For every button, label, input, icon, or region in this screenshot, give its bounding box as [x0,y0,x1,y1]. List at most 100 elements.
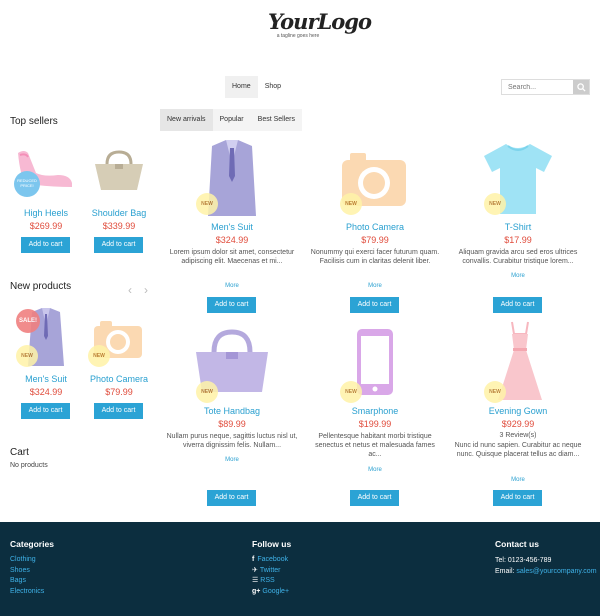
twitter-label: Twitter [259,566,281,574]
evening-gown-name[interactable]: Evening Gown [452,406,584,416]
high-heels-name[interactable]: High Heels [14,208,78,218]
new-badge: NEW [88,345,110,367]
photo-camera-name[interactable]: Photo Camera [309,222,441,232]
contact-email-label: Email: [495,568,515,575]
search-box [501,79,590,95]
facebook-link[interactable]: f Facebook [252,555,291,566]
photo-camera-add-to-cart-button[interactable]: Add to cart [350,297,399,313]
smartphone-description: Pellentesque habitant morbi tristique se… [315,433,435,458]
t-shirt-add-to-cart-button[interactable]: Add to cart [493,297,542,313]
categories-title: Categories [10,539,54,549]
new-products-title: New products [10,281,72,292]
sidebar-mens-suit-add-to-cart-button[interactable]: Add to cart [21,403,70,419]
nav-home[interactable]: Home [225,76,258,98]
sidebar-photo-camera-add-to-cart-button[interactable]: Add to cart [94,403,143,419]
search-input[interactable] [502,80,573,94]
facebook-icon: f [252,556,255,563]
carousel-prev-icon[interactable]: ‹ [128,283,132,297]
tote-handbag-name[interactable]: Tote Handbag [166,406,298,416]
footer-categories: Categories Clothing Shoes Bags Electroni… [10,539,54,597]
nav-shop[interactable]: Shop [258,76,288,98]
logo-tagline: a tagline goes here [276,33,320,39]
t-shirt-more-link[interactable]: More [452,273,584,279]
sidebar-mens-suit-price: $324.99 [29,387,63,397]
category-link-bags[interactable]: Bags [10,576,54,587]
t-shirt-name[interactable]: T-Shirt [452,222,584,232]
evening-gown-description: Nunc id nunc sapien. Curabitur ac neque … [454,442,582,458]
google-plus-icon: g+ [252,587,261,595]
contact-us-title: Contact us [495,539,539,549]
smartphone-price: $199.99 [358,419,392,429]
search-button[interactable] [573,80,589,94]
high-heels-add-to-cart-button[interactable]: Add to cart [21,237,70,253]
cart-title: Cart [10,447,29,458]
t-shirt-description: Aliquam gravida arcu sed eros ultrices c… [458,249,578,265]
sidebar-photo-camera-price: $79.99 [105,387,133,397]
shoulder-bag-name[interactable]: Shoulder Bag [86,208,152,218]
mens-suit-description: Lorem ipsum dolor sit amet, consectetur … [169,249,295,265]
evening-gown-add-to-cart-button[interactable]: Add to cart [493,490,542,506]
rss-icon: ☰ [252,577,259,584]
footer-follow-us: Follow us f Facebook ✈ Twitter ☰ RSS g+ Goog… [252,539,291,597]
new-badge: NEW [484,381,506,403]
smartphone-name[interactable]: Smarphone [309,406,441,416]
site-logo[interactable]: YourLogo a tagline goes here [268,4,372,56]
photo-camera-price: $79.99 [361,235,389,245]
top-sellers-title: Top sellers [10,116,58,127]
tote-handbag-more-link[interactable]: More [166,457,298,463]
evening-gown-reviews[interactable]: 3 Review(s) [452,431,584,440]
footer: Categories Clothing Shoes Bags Electroni… [0,522,600,616]
sale-badge: SALE! [16,309,40,333]
google-plus-label: Google+ [262,587,290,595]
tote-handbag-add-to-cart-button[interactable]: Add to cart [207,490,256,506]
reduced-price-badge: REDUCED PRICE! [14,171,40,197]
new-badge: NEW [340,193,362,215]
twitter-link[interactable]: ✈ Twitter [252,566,291,577]
search-icon [576,82,586,92]
t-shirt-price: $17.99 [504,235,532,245]
category-link-clothing[interactable]: Clothing [10,555,54,566]
carousel-next-icon[interactable]: › [144,283,148,297]
mens-suit-price: $324.99 [215,235,249,245]
mens-suit-more-link[interactable]: More [166,283,298,289]
shoulder-bag-price: $339.99 [102,221,136,231]
sidebar-photo-camera-name[interactable]: Photo Camera [86,374,152,384]
google-plus-link[interactable]: g+ Google+ [252,587,291,598]
facebook-label: Facebook [257,556,289,563]
photo-camera-more-link[interactable]: More [309,283,441,289]
smartphone-add-to-cart-button[interactable]: Add to cart [350,490,399,506]
new-badge: NEW [196,381,218,403]
photo-camera-description: Nonummy qui exerci facer futurum quam. F… [310,249,440,265]
new-badge: NEW [340,381,362,403]
evening-gown-more-link[interactable]: More [452,477,584,483]
shoulder-bag-add-to-cart-button[interactable]: Add to cart [94,237,143,253]
main-nav: Home Shop [225,76,288,98]
twitter-icon: ✈ [252,566,258,574]
new-badge: NEW [484,193,506,215]
mens-suit-name[interactable]: Men's Suit [166,222,298,232]
tab-new-arrivals[interactable]: New arrivals [160,109,213,131]
rss-link[interactable]: ☰ RSS [252,576,291,587]
contact-email-row: Email: sales@yourcompany.com [495,566,597,578]
contact-email-link[interactable]: sales@yourcompany.com [516,568,596,575]
cart-empty-text: No products [10,462,48,469]
tab-best-sellers[interactable]: Best Sellers [250,109,303,131]
tote-handbag-price: $89.99 [218,419,246,429]
tab-popular[interactable]: Popular [212,109,251,131]
sidebar-mens-suit-name[interactable]: Men's Suit [14,374,78,384]
rss-label: RSS [260,577,275,584]
smartphone-more-link[interactable]: More [309,467,441,473]
mens-suit-add-to-cart-button[interactable]: Add to cart [207,297,256,313]
new-badge: NEW [16,345,38,367]
product-tabs: New arrivals Popular Best Sellers [160,109,303,131]
evening-gown-price: $929.99 [501,419,535,429]
contact-phone: Tel: 0123-456-789 [495,557,552,564]
tote-handbag-description: Nullam purus neque, sagittis luctus nisl… [166,433,298,449]
shoulder-bag-image[interactable] [93,150,145,194]
new-badge: NEW [196,193,218,215]
category-link-electronics[interactable]: Electronics [10,587,54,598]
high-heels-price: $269.99 [29,221,63,231]
follow-us-title: Follow us [252,539,292,549]
footer-contact-us: Contact us Tel: 0123-456-789 Email: sale… [495,539,597,578]
category-link-shoes[interactable]: Shoes [10,566,54,577]
